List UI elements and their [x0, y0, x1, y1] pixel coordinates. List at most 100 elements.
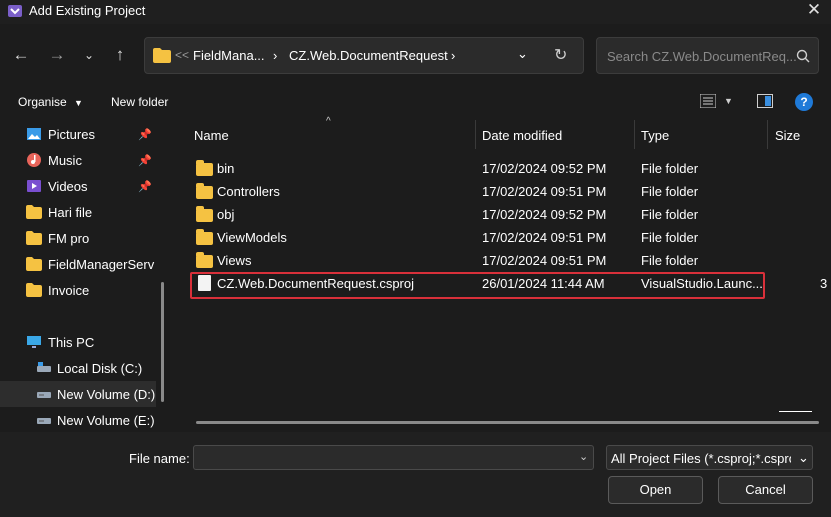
chevron-down-icon: ⌄	[798, 450, 809, 465]
file-size: 3	[820, 276, 828, 291]
column-divider[interactable]	[767, 120, 768, 149]
sidebar-item-label: New Volume (E:)	[57, 413, 155, 428]
file-name: obj	[217, 207, 235, 222]
recent-locations-button[interactable]: ⌄	[77, 43, 101, 67]
file-name-label: File name:	[129, 451, 190, 466]
videos-icon	[27, 180, 41, 192]
view-dropdown-icon[interactable]: ▼	[724, 96, 733, 106]
sidebar-item-label: Local Disk (C:)	[57, 361, 143, 376]
breadcrumb-chevron-icon: ›	[273, 48, 278, 63]
view-options-button[interactable]	[699, 93, 717, 111]
visual-studio-icon	[7, 3, 23, 19]
sidebar-item-fieldmanagerserv[interactable]: FieldManagerServ	[0, 251, 156, 277]
cancel-button[interactable]: Cancel	[718, 476, 813, 504]
breadcrumb-overflow[interactable]: <<	[175, 48, 189, 62]
sidebar-item-local-disk-c[interactable]: Local Disk (C:)	[0, 355, 156, 381]
breadcrumb-item-fieldmana[interactable]: FieldMana...	[193, 48, 265, 63]
sidebar-item-pictures[interactable]: Pictures 📌	[0, 121, 156, 147]
sidebar-item-new-volume-d[interactable]: New Volume (D:)	[0, 381, 156, 407]
file-name: Controllers	[217, 184, 280, 199]
table-row[interactable]: Views 17/02/2024 09:51 PM File folder	[176, 250, 831, 272]
column-header-size[interactable]: Size	[775, 128, 800, 143]
sidebar-item-label: Music	[48, 153, 82, 168]
sidebar-item-label: This PC	[48, 335, 95, 350]
folder-icon	[26, 257, 42, 271]
folder-icon	[196, 206, 213, 222]
pin-icon: 📌	[138, 155, 152, 167]
sidebar-item-this-pc[interactable]: This PC	[0, 329, 156, 355]
music-icon	[27, 153, 41, 167]
folder-icon	[196, 252, 213, 268]
breadcrumb-item-current[interactable]: CZ.Web.DocumentRequest	[289, 48, 448, 63]
file-date: 17/02/2024 09:52 PM	[482, 161, 607, 176]
sidebar-item-label: Videos	[48, 179, 88, 194]
divider	[779, 411, 812, 412]
file-type-filter-value: All Project Files (*.csproj;*.csproj	[611, 451, 791, 466]
caret-down-icon: ▼	[74, 98, 83, 108]
sidebar-item-videos[interactable]: Videos 📌	[0, 173, 156, 199]
column-divider[interactable]	[475, 120, 476, 149]
pin-icon: 📌	[138, 129, 152, 141]
sidebar-item-new-volume-e[interactable]: New Volume (E:)	[0, 407, 156, 433]
file-name-field[interactable]: ⌄	[193, 445, 594, 470]
sidebar-item-label: Pictures	[48, 127, 95, 142]
folder-icon	[196, 183, 213, 199]
folder-icon	[196, 160, 213, 176]
chevron-down-icon[interactable]: ⌄	[579, 450, 588, 463]
column-divider[interactable]	[634, 120, 635, 149]
new-folder-button[interactable]: New folder	[111, 95, 168, 109]
file-date: 17/02/2024 09:52 PM	[482, 207, 607, 222]
back-button[interactable]: ←	[9, 43, 33, 67]
search-input[interactable]: Search CZ.Web.DocumentReq...	[596, 37, 819, 74]
folder-icon	[26, 283, 42, 297]
file-type-filter[interactable]: All Project Files (*.csproj;*.csproj ⌄	[606, 445, 813, 470]
up-button[interactable]: ↑	[108, 43, 132, 67]
table-row[interactable]: ViewModels 17/02/2024 09:51 PM File fold…	[176, 227, 831, 249]
file-type: File folder	[641, 230, 699, 245]
folder-icon	[196, 229, 213, 245]
forward-button[interactable]: →	[45, 43, 69, 67]
list-view-icon	[699, 93, 717, 109]
column-header-date-modified[interactable]: Date modified	[482, 128, 562, 143]
folder-icon	[153, 48, 171, 63]
sidebar-item-invoice[interactable]: Invoice	[0, 277, 156, 303]
search-placeholder: Search CZ.Web.DocumentReq...	[607, 49, 797, 64]
open-button[interactable]: Open	[608, 476, 703, 504]
sidebar-item-label: Invoice	[48, 283, 90, 298]
organise-button[interactable]: Organise ▼	[18, 95, 83, 109]
sidebar-scrollbar[interactable]	[161, 282, 164, 402]
close-button[interactable]: ✕	[804, 0, 824, 20]
sidebar-item-label: Hari file	[48, 205, 93, 220]
chevron-down-icon: ⌄	[83, 48, 95, 62]
file-type: File folder	[641, 207, 699, 222]
drive-icon	[37, 362, 51, 372]
refresh-icon[interactable]: ↻	[554, 45, 567, 65]
file-date: 17/02/2024 09:51 PM	[482, 230, 607, 245]
pin-icon: 📌	[138, 181, 152, 193]
preview-pane-icon	[757, 94, 773, 108]
organise-label: Organise	[18, 95, 67, 109]
column-header-name[interactable]: Name	[194, 128, 229, 143]
sidebar-item-fm-pro[interactable]: FM pro	[0, 225, 156, 251]
file-name: bin	[217, 161, 235, 176]
preview-pane-button[interactable]	[757, 94, 773, 111]
table-row[interactable]: bin 17/02/2024 09:52 PM File folder	[176, 158, 831, 180]
folder-icon	[26, 205, 42, 219]
horizontal-scrollbar[interactable]	[196, 421, 819, 424]
sidebar-item-hari-file[interactable]: Hari file	[0, 199, 156, 225]
arrow-right-icon: →	[48, 45, 66, 64]
table-row[interactable]: Controllers 17/02/2024 09:51 PM File fol…	[176, 181, 831, 203]
file-date: 17/02/2024 09:51 PM	[482, 253, 607, 268]
file-type: File folder	[641, 253, 699, 268]
window-title: Add Existing Project	[29, 3, 146, 18]
sort-ascending-icon: ^	[326, 116, 331, 127]
drive-icon	[37, 418, 51, 424]
column-header-type[interactable]: Type	[641, 128, 669, 143]
address-bar[interactable]: << FieldMana... › CZ.Web.DocumentRequest…	[144, 37, 584, 74]
help-icon[interactable]: ?	[795, 93, 813, 111]
table-row[interactable]: obj 17/02/2024 09:52 PM File folder	[176, 204, 831, 226]
file-name: ViewModels	[217, 230, 287, 245]
address-dropdown-icon[interactable]: ⌄	[517, 46, 528, 62]
sidebar-item-music[interactable]: Music 📌	[0, 147, 156, 173]
drive-icon	[37, 392, 51, 398]
